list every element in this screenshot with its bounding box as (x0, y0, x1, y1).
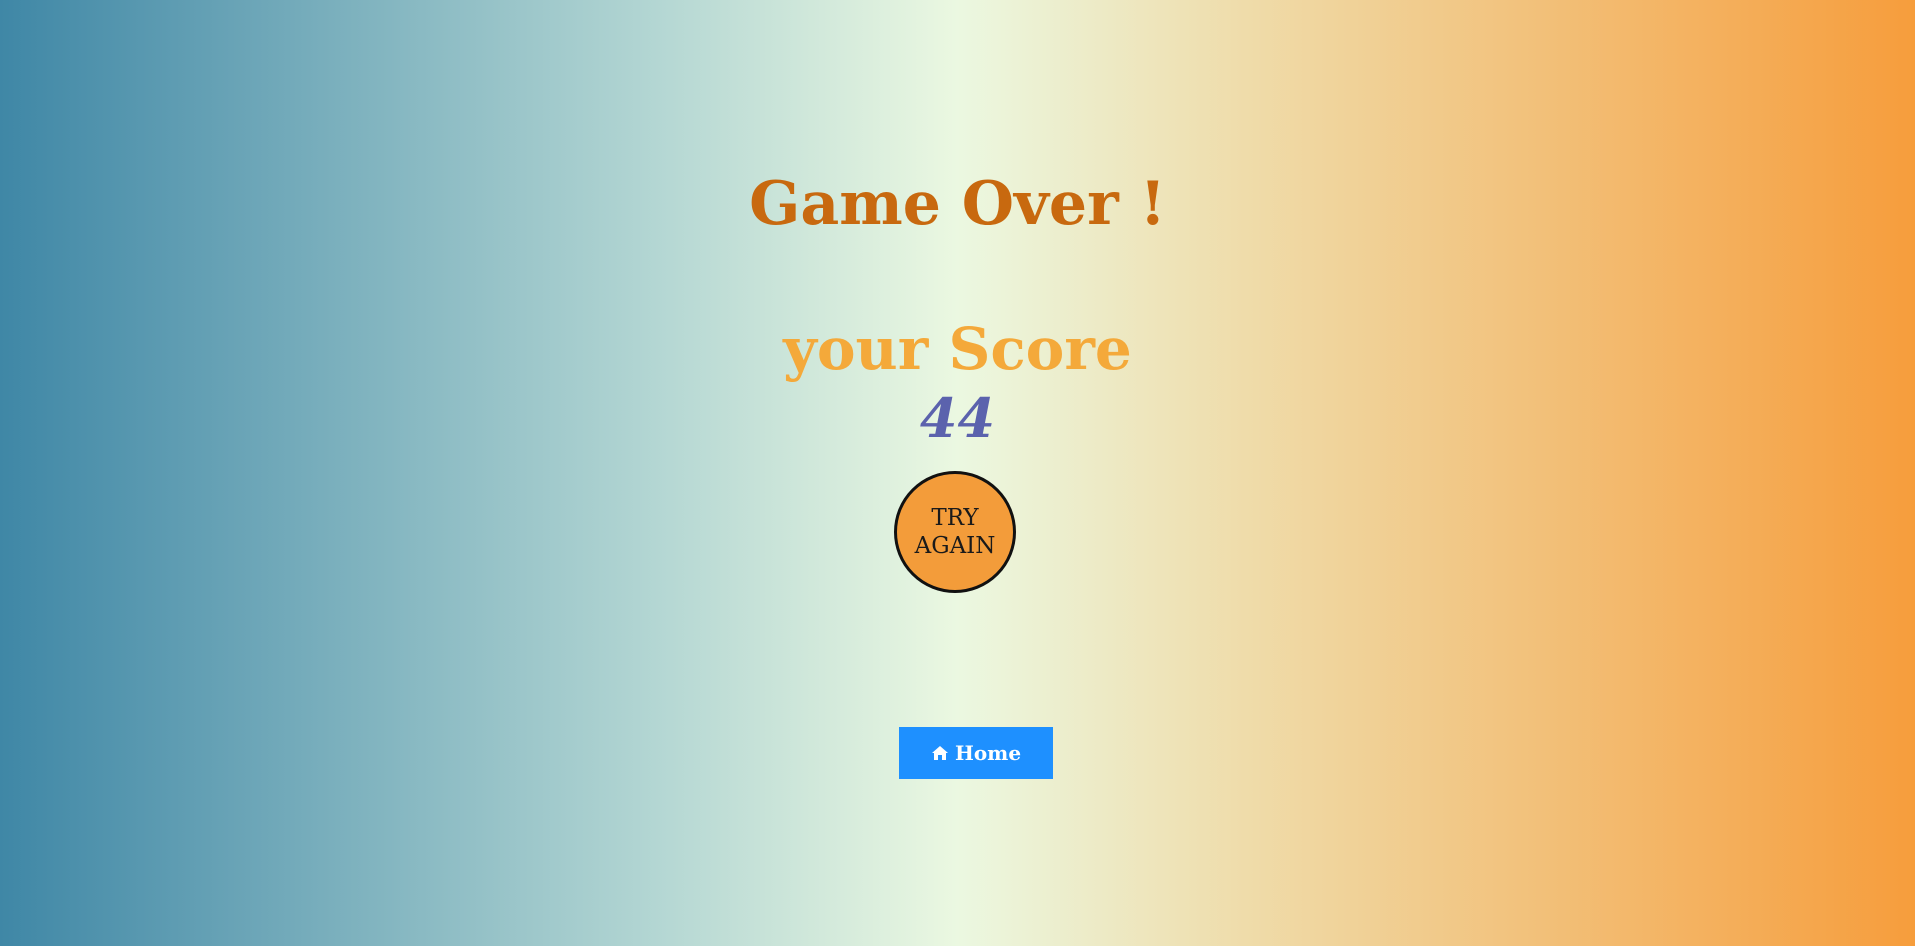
try-again-label: TRY AGAIN (914, 505, 996, 559)
home-button-label: Home (954, 741, 1022, 765)
score-label: your Score (783, 315, 1132, 383)
game-over-title: Game Over ! (749, 169, 1166, 239)
try-again-button[interactable]: TRY AGAIN (894, 471, 1016, 593)
score-value: 44 (919, 386, 996, 450)
home-button[interactable]: Home (899, 727, 1053, 779)
home-icon (931, 745, 949, 761)
